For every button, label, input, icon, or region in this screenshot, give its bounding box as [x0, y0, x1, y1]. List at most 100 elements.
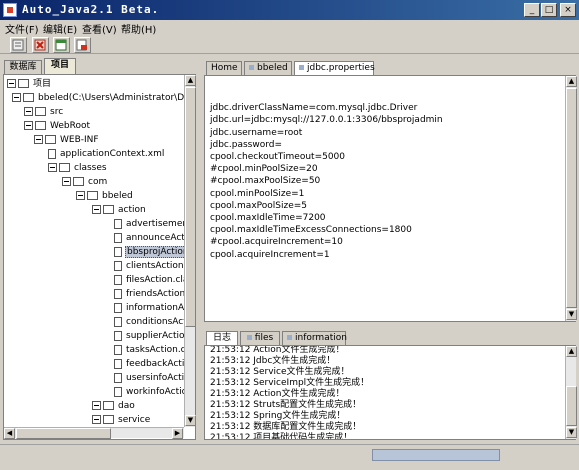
horizontal-splitter[interactable] [204, 323, 576, 329]
file-icon [114, 232, 122, 243]
scroll-down-arrow-icon[interactable]: ▼ [185, 415, 196, 426]
folder-icon [18, 79, 29, 88]
tree-node[interactable]: feedbackAction [114, 358, 184, 370]
tree-node[interactable]: service [92, 414, 150, 426]
log-tab-information[interactable]: information [282, 331, 347, 345]
tree-node-label: dao [118, 401, 135, 411]
log-vertical-scrollbar[interactable]: ▲ ▼ [565, 346, 577, 439]
tree-vertical-scrollbar[interactable]: ▲ ▼ [184, 75, 196, 427]
log-scroll-thumb[interactable] [566, 386, 577, 426]
scroll-up-arrow-icon[interactable]: ▲ [566, 76, 577, 87]
collapse-toggle-icon[interactable] [92, 205, 101, 214]
code-line: cpool.acquireIncrement=1 [210, 249, 330, 260]
scroll-up-arrow-icon[interactable]: ▲ [185, 75, 196, 86]
tree-node[interactable]: bbeled [76, 190, 133, 202]
tree-node[interactable]: supplierAction [114, 330, 184, 342]
tree-node[interactable]: filesAction.cla [114, 274, 184, 286]
menu-view[interactable]: 查看(V) [82, 21, 117, 36]
tree-node[interactable]: bbeled(C:\Users\Administrator\Docume [12, 92, 184, 104]
window-button[interactable] [53, 37, 70, 53]
folder-icon [73, 177, 84, 186]
tree-node[interactable]: src [24, 106, 63, 118]
scroll-right-arrow-icon[interactable]: ▶ [172, 428, 183, 439]
log-output: 21:53:12 Action文件生成完成！ 21:53:12 Jdbc文件生成完… [205, 346, 565, 439]
tree-node[interactable]: bbsprojAction [114, 246, 184, 258]
collapse-toggle-icon[interactable] [24, 107, 33, 116]
maximize-button[interactable]: □ [541, 3, 557, 17]
tree-node[interactable]: clientsAction.c [114, 260, 184, 272]
close-button[interactable]: × [560, 3, 576, 17]
tree-node[interactable]: dao [92, 400, 135, 412]
collapse-toggle-icon[interactable] [92, 401, 101, 410]
app-icon [3, 3, 17, 17]
tree-horizontal-scrollbar[interactable]: ◀ ▶ [4, 427, 184, 439]
tree-node-label: applicationContext.xml [60, 149, 165, 159]
menu-file[interactable]: 文件(F) [5, 21, 39, 36]
tree-node-label: bbeled [102, 191, 133, 201]
collapse-toggle-icon[interactable] [92, 415, 101, 424]
tree-node[interactable]: classes [48, 162, 107, 174]
collapse-toggle-icon[interactable] [34, 135, 43, 144]
tree-node[interactable]: friendsAction.c [114, 288, 184, 300]
tree-node[interactable]: 项目 [7, 78, 51, 90]
editor-vertical-scrollbar[interactable]: ▲ ▼ [565, 76, 577, 321]
menu-help[interactable]: 帮助(H) [121, 21, 156, 36]
file-icon [48, 148, 56, 159]
tree-node[interactable]: announceActi [114, 232, 184, 244]
collapse-toggle-icon[interactable] [12, 93, 21, 102]
log-panel: 21:53:12 Action文件生成完成！ 21:53:12 Jdbc文件生成完… [204, 345, 577, 440]
tree-node[interactable]: workinfoAction [114, 386, 184, 398]
tree-node[interactable]: applicationContext.xml [48, 148, 164, 160]
delete-icon [34, 39, 46, 51]
collapse-toggle-icon[interactable] [24, 121, 33, 130]
folder-icon [59, 163, 70, 172]
collapse-toggle-icon[interactable] [62, 177, 71, 186]
tree-node[interactable]: informationAc [114, 302, 184, 314]
tree-node[interactable]: advertisementAc [114, 218, 184, 230]
log-line: 21:53:12 项目基础代码生成完成！ [210, 433, 353, 439]
folder-icon [103, 401, 114, 410]
file-icon [114, 246, 122, 257]
properties-button[interactable] [10, 37, 27, 53]
scroll-down-arrow-icon[interactable]: ▼ [566, 309, 577, 320]
editor-tab-home[interactable]: Home [206, 61, 242, 75]
delete-button[interactable] [32, 37, 49, 53]
title-bar: Auto_Java2.1 Beta. _ □ × [0, 0, 579, 20]
scroll-down-arrow-icon[interactable]: ▼ [566, 427, 577, 438]
editor-tab-jdbc-properties[interactable]: jdbc.properties [294, 61, 375, 75]
tree-node[interactable]: action [92, 204, 146, 216]
tree-node-label: service [118, 415, 151, 425]
editor-tab-bbeled[interactable]: bbeled [244, 61, 292, 75]
tree-node-label: friendsAction.c [126, 289, 184, 299]
tree-node[interactable]: WEB-INF [34, 134, 99, 146]
folder-icon [35, 107, 46, 116]
code-line: #cpool.minPoolSize=20 [210, 164, 318, 175]
tree-scroll-thumb[interactable] [185, 87, 196, 327]
vertical-splitter[interactable] [197, 56, 202, 442]
tree-node[interactable]: conditionsAction [114, 316, 184, 328]
minimize-button[interactable]: _ [524, 3, 540, 17]
tab-database[interactable]: 数据库 [4, 60, 42, 74]
tab-project[interactable]: 项目 [44, 58, 76, 74]
log-tab-log[interactable]: 日志 [206, 331, 238, 345]
scroll-up-arrow-icon[interactable]: ▲ [566, 346, 577, 357]
collapse-toggle-icon[interactable] [7, 79, 16, 88]
tree-hscroll-thumb[interactable] [16, 428, 111, 439]
log-tab-files[interactable]: files [240, 331, 280, 345]
tree-node[interactable]: usersinfoAction [114, 372, 184, 384]
tree-node-label: 项目 [33, 79, 52, 89]
export-button[interactable] [74, 37, 91, 53]
editor-scroll-thumb[interactable] [566, 88, 577, 308]
tree-node[interactable]: tasksAction.cla [114, 344, 184, 356]
collapse-toggle-icon[interactable] [48, 163, 57, 172]
menu-edit[interactable]: 编辑(E) [43, 21, 77, 36]
folder-icon [103, 205, 114, 214]
tree-node[interactable]: WebRoot [24, 120, 90, 132]
properties-editor[interactable]: jdbc.driverClassName=com.mysql.jdbc.Driv… [205, 76, 565, 321]
scroll-left-arrow-icon[interactable]: ◀ [4, 428, 15, 439]
tree-node[interactable]: com [62, 176, 107, 188]
collapse-toggle-icon[interactable] [76, 191, 85, 200]
tree-node-label: advertisementAc [126, 219, 184, 229]
folder-icon [23, 93, 34, 102]
properties-icon [12, 39, 24, 51]
